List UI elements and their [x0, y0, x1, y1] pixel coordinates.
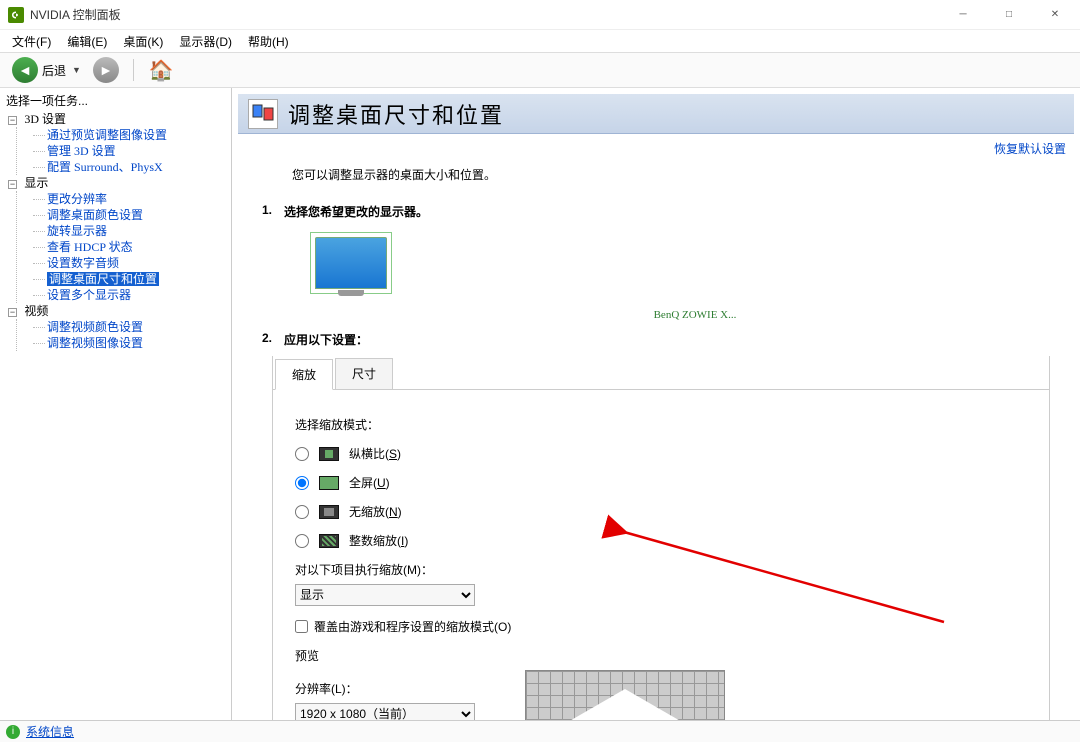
perform-scaling-label: 对以下项目执行缩放(M)： — [295, 561, 1027, 578]
scaling-mode-label: 选择缩放模式： — [295, 416, 1027, 433]
tree-group-video[interactable]: 视频 — [24, 304, 48, 318]
menu-display[interactable]: 显示器(D) — [171, 31, 240, 52]
page-title: 调整桌面尺寸和位置 — [288, 98, 504, 130]
system-info-link[interactable]: 系统信息 — [26, 723, 74, 740]
status-bar: i 系统信息 — [0, 720, 1080, 742]
toolbar: ◄ 后退 ▼ ► 🏠 — [0, 52, 1080, 88]
aspect-ratio-icon — [319, 447, 339, 461]
title-bar: NVIDIA 控制面板 ─ □ ✕ — [0, 0, 1080, 30]
tab-scale[interactable]: 缩放 — [275, 359, 333, 390]
menu-help[interactable]: 帮助(H) — [240, 31, 297, 52]
back-dropdown-icon[interactable]: ▼ — [72, 65, 81, 75]
radio-fullscreen[interactable] — [295, 476, 309, 490]
radio-integer-label: 整数缩放(I) — [349, 532, 408, 549]
task-tree: − 3D 设置 通过预览调整图像设置 管理 3D 设置 配置 Surround、… — [4, 111, 229, 351]
radio-integer-scaling[interactable] — [295, 534, 309, 548]
page-header-icon — [248, 99, 278, 129]
menu-file[interactable]: 文件(F) — [4, 31, 59, 52]
tree-item-manage-3d[interactable]: 管理 3D 设置 — [47, 144, 116, 158]
resolution-select[interactable]: 1920 x 1080（当前） — [295, 703, 475, 720]
task-sidebar: 选择一项任务... − 3D 设置 通过预览调整图像设置 管理 3D 设置 配置… — [0, 88, 232, 720]
perform-scaling-select[interactable]: 显示 — [295, 584, 475, 606]
tree-toggle-display[interactable]: − — [8, 180, 17, 189]
close-button[interactable]: ✕ — [1032, 0, 1078, 30]
preview-image — [525, 670, 725, 720]
tree-item-surround-physx[interactable]: 配置 Surround、PhysX — [47, 160, 163, 174]
fullscreen-icon — [319, 476, 339, 490]
menu-edit[interactable]: 编辑(E) — [59, 31, 115, 52]
home-button[interactable]: 🏠 — [144, 55, 178, 85]
tree-item-adjust-color[interactable]: 调整桌面颜色设置 — [47, 208, 143, 222]
tree-group-3d[interactable]: 3D 设置 — [24, 112, 66, 126]
resolution-label: 分辨率(L)： — [295, 680, 495, 697]
page-header: 调整桌面尺寸和位置 — [238, 94, 1074, 134]
window-controls: ─ □ ✕ — [940, 0, 1078, 30]
step2-number: 2. — [262, 331, 284, 348]
sidebar-header: 选择一项任务... — [4, 90, 229, 111]
tree-item-multi-display[interactable]: 设置多个显示器 — [47, 288, 131, 302]
no-scaling-icon — [319, 505, 339, 519]
tree-item-rotate-display[interactable]: 旋转显示器 — [47, 224, 107, 238]
radio-no-scaling[interactable] — [295, 505, 309, 519]
nvidia-icon — [8, 7, 24, 23]
integer-scaling-icon — [319, 534, 339, 548]
menu-bar: 文件(F) 编辑(E) 桌面(K) 显示器(D) 帮助(H) — [0, 30, 1080, 52]
radio-aspect-ratio[interactable] — [295, 447, 309, 461]
tree-toggle-video[interactable]: − — [8, 308, 17, 317]
radio-fullscreen-label: 全屏(U) — [349, 474, 390, 491]
monitor-label: BenQ ZOWIE X... — [310, 309, 1080, 321]
back-button[interactable]: ◄ 后退 ▼ — [8, 55, 85, 85]
maximize-button[interactable]: □ — [986, 0, 1032, 30]
monitor-icon — [315, 237, 387, 289]
tree-item-digital-audio[interactable]: 设置数字音频 — [47, 256, 119, 270]
radio-aspect-label: 纵横比(S) — [349, 445, 401, 462]
minimize-button[interactable]: ─ — [940, 0, 986, 30]
restore-defaults-link[interactable]: 恢复默认设置 — [994, 142, 1066, 156]
toolbar-separator — [133, 59, 134, 81]
tree-item-adjust-size-position[interactable]: 调整桌面尺寸和位置 — [47, 272, 159, 286]
tree-item-video-color[interactable]: 调整视频颜色设置 — [47, 320, 143, 334]
settings-tabstrip: 缩放 尺寸 — [273, 356, 1049, 390]
tree-toggle-3d[interactable]: − — [8, 116, 17, 125]
forward-icon: ► — [93, 57, 119, 83]
tree-item-hdcp-status[interactable]: 查看 HDCP 状态 — [47, 240, 133, 254]
monitor-thumbnail[interactable] — [310, 232, 392, 294]
tab-size[interactable]: 尺寸 — [335, 358, 393, 389]
tree-item-change-resolution[interactable]: 更改分辨率 — [47, 192, 107, 206]
menu-desktop[interactable]: 桌面(K) — [115, 31, 171, 52]
override-scaling-checkbox[interactable] — [295, 620, 308, 633]
step1-title: 选择您希望更改的显示器。 — [284, 203, 428, 220]
tab-content-scale: 选择缩放模式： 纵横比(S) 全屏(U) 无缩放(N) — [273, 390, 1049, 720]
back-icon: ◄ — [12, 57, 38, 83]
home-icon: 🏠 — [148, 57, 174, 83]
tree-item-preview-adjust[interactable]: 通过预览调整图像设置 — [47, 128, 167, 142]
tree-item-video-image[interactable]: 调整视频图像设置 — [47, 336, 143, 350]
system-info-icon: i — [6, 725, 20, 739]
preview-header: 预览 — [295, 647, 1027, 664]
forward-button[interactable]: ► — [89, 55, 123, 85]
override-scaling-label: 覆盖由游戏和程序设置的缩放模式(O) — [314, 618, 511, 635]
content-pane: 调整桌面尺寸和位置 恢复默认设置 您可以调整显示器的桌面大小和位置。 1. 选择… — [232, 88, 1080, 720]
page-description: 您可以调整显示器的桌面大小和位置。 — [232, 162, 1080, 203]
step1-number: 1. — [262, 203, 284, 220]
window-title: NVIDIA 控制面板 — [30, 6, 121, 23]
step2-title: 应用以下设置： — [284, 331, 368, 348]
radio-no-scaling-label: 无缩放(N) — [349, 503, 402, 520]
tree-group-display[interactable]: 显示 — [24, 176, 48, 190]
